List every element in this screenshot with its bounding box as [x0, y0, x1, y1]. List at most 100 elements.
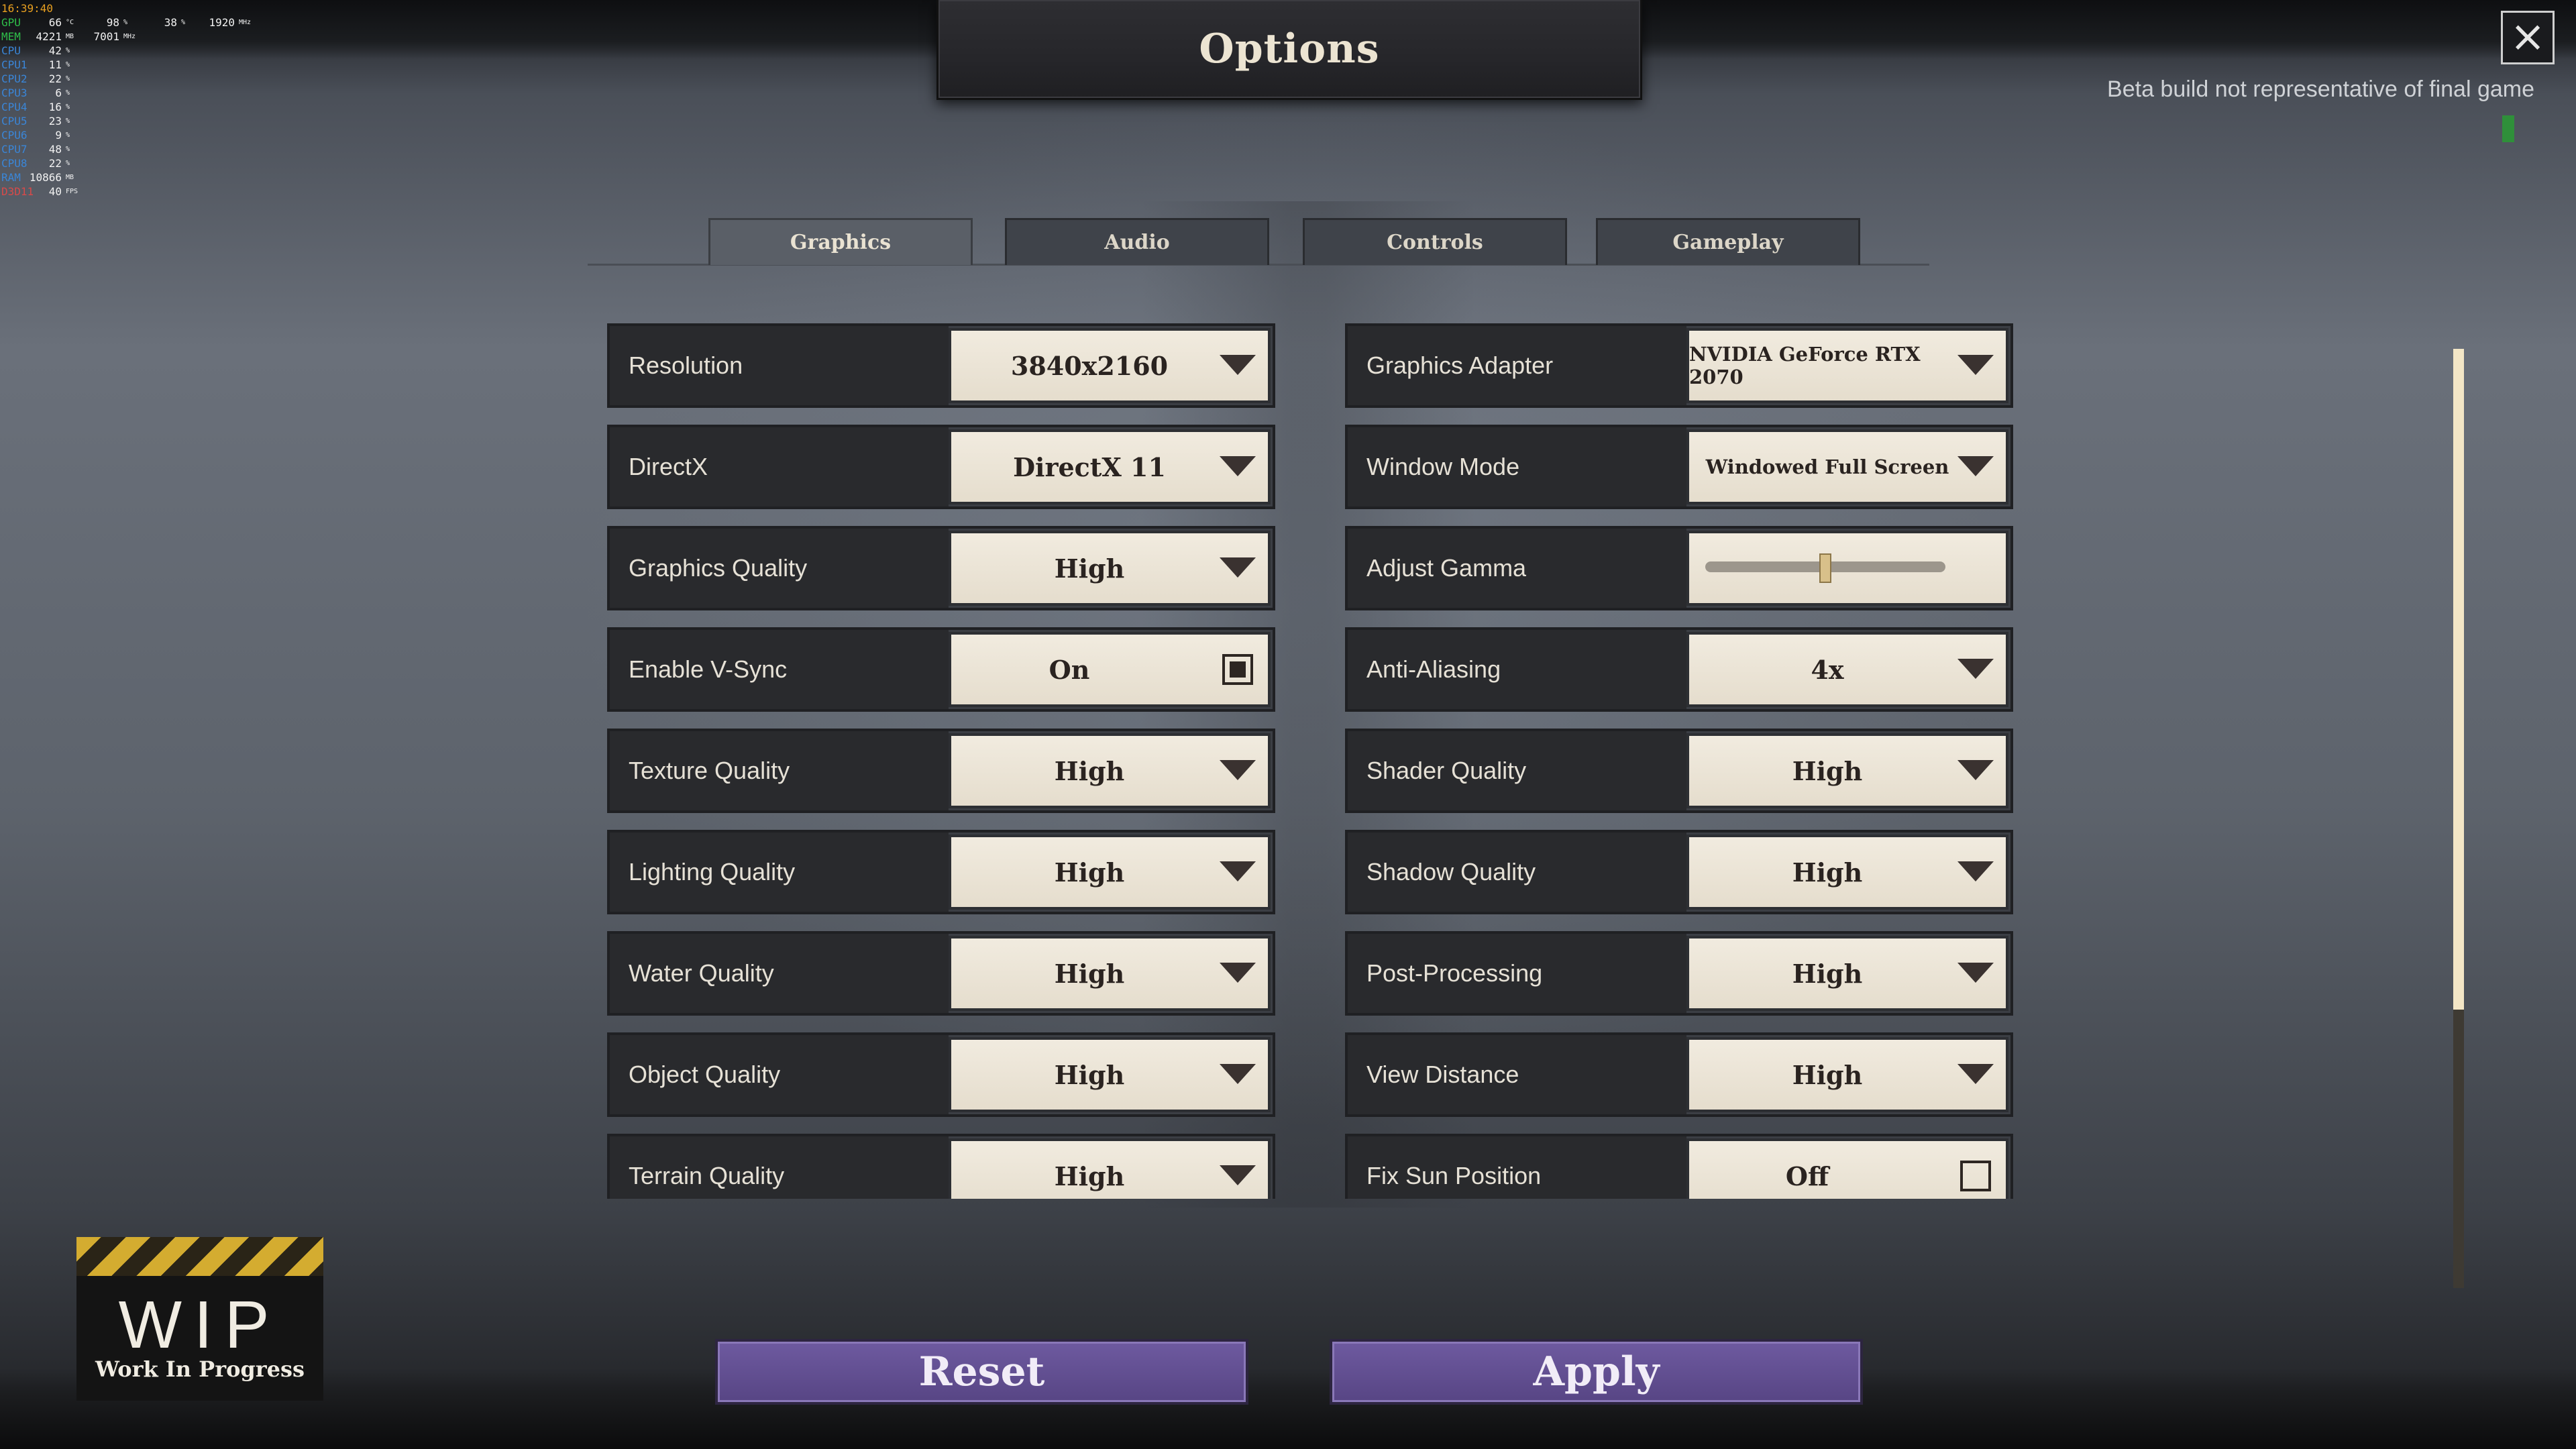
graphics-adapter-dropdown[interactable]: NVIDIA GeForce RTX 2070: [1689, 331, 2006, 400]
chevron-down-icon: [1957, 760, 1994, 780]
setting-label: Anti-Aliasing: [1348, 630, 1686, 709]
setting-row-shadow-quality: Shadow Quality High: [1345, 830, 2013, 914]
wip-text: WIP: [118, 1287, 282, 1362]
dropdown-value: High: [1054, 857, 1125, 888]
hud-row-label: CPU4: [1, 101, 28, 113]
setting-row-anti-aliasing: Anti-Aliasing 4x: [1345, 627, 2013, 712]
hud-row-label: CPU8: [1, 157, 28, 170]
toggle-value: Off: [1785, 1161, 1829, 1191]
tab-audio[interactable]: Audio: [1005, 218, 1269, 265]
dropdown-value: NVIDIA GeForce RTX 2070: [1689, 343, 1921, 388]
hud-row-value: 38: [164, 16, 177, 29]
dropdown-value: Windowed Full Screen: [1705, 455, 1949, 478]
hud-row-value: 98: [106, 16, 119, 29]
terrain-quality-dropdown[interactable]: High: [951, 1141, 1268, 1199]
tab-label: Gameplay: [1672, 231, 1784, 254]
setting-row-enable-v-sync: Enable V-Sync On: [607, 627, 1275, 712]
graphics-quality-dropdown[interactable]: High: [951, 533, 1268, 603]
setting-label: Water Quality: [610, 934, 949, 1013]
setting-label: Graphics Adapter: [1348, 326, 1686, 405]
hud-row-label: D3D11: [1, 185, 34, 198]
setting-label: Shadow Quality: [1348, 833, 1686, 912]
hud-row-value: 22: [48, 72, 62, 85]
hud-row-unit: MB: [66, 174, 74, 181]
lighting-quality-dropdown[interactable]: High: [951, 837, 1268, 907]
adjust-gamma-slider[interactable]: [1689, 533, 2006, 603]
texture-quality-dropdown[interactable]: High: [951, 736, 1268, 806]
hud-row-value: 6: [55, 87, 62, 99]
scrollbar-thumb[interactable]: [2453, 349, 2464, 1010]
wip-subtext: Work In Progress: [95, 1356, 305, 1382]
setting-row-directx: DirectX DirectX 11: [607, 425, 1275, 509]
hud-row-value: 22: [48, 157, 62, 170]
window-mode-dropdown[interactable]: Windowed Full Screen: [1689, 432, 2006, 502]
water-quality-dropdown[interactable]: High: [951, 938, 1268, 1008]
tab-gameplay[interactable]: Gameplay: [1596, 218, 1860, 265]
hud-row-value: 4221: [36, 30, 62, 43]
resolution-dropdown[interactable]: 3840x2160: [951, 331, 1268, 400]
setting-row-adjust-gamma: Adjust Gamma: [1345, 526, 2013, 610]
checkbox-empty-icon[interactable]: [1960, 1161, 1991, 1191]
toggle-value: On: [1049, 654, 1090, 685]
setting-row-shader-quality: Shader Quality High: [1345, 729, 2013, 813]
setting-label: Shader Quality: [1348, 731, 1686, 810]
hud-row: CPU6 9%: [1, 128, 283, 142]
apply-button[interactable]: Apply: [1330, 1339, 1863, 1405]
hud-row-unit: %: [66, 131, 70, 139]
hud-row-value: 42: [48, 44, 62, 57]
setting-label: Fix Sun Position: [1348, 1136, 1686, 1199]
slider-handle[interactable]: [1819, 553, 1831, 583]
reset-button[interactable]: Reset: [715, 1339, 1248, 1405]
hud-row: D3D11 40 FPS: [1, 184, 283, 199]
object-quality-dropdown[interactable]: High: [951, 1040, 1268, 1110]
close-button[interactable]: ×: [2501, 11, 2555, 64]
setting-row-water-quality: Water Quality High: [607, 931, 1275, 1016]
hud-row-unit: %: [66, 75, 70, 83]
hud-row: CPU3 6%: [1, 86, 283, 100]
shadow-quality-dropdown[interactable]: High: [1689, 837, 2006, 907]
hud-row-value: 66: [48, 16, 62, 29]
dropdown-value: High: [1054, 1161, 1125, 1191]
anti-aliasing-dropdown[interactable]: 4x: [1689, 635, 2006, 704]
hud-row: CPU 42%: [1, 44, 283, 58]
hud-row-unit: %: [181, 19, 186, 26]
checkbox-checked-icon[interactable]: [1222, 654, 1253, 685]
hud-row-unit: %: [66, 103, 70, 111]
dropdown-value: 4x: [1811, 654, 1844, 685]
hud-row-label: CPU2: [1, 72, 28, 85]
shader-quality-dropdown[interactable]: High: [1689, 736, 2006, 806]
hud-row: CPU4 16%: [1, 100, 283, 114]
hud-row: CPU2 22%: [1, 72, 283, 86]
performance-hud: 16:39:40 GPU 66 °C 98% 38% 1920 MHz MEM 4221 MB 70…: [1, 1, 283, 199]
hud-row-label: CPU6: [1, 129, 28, 142]
post-processing-dropdown[interactable]: High: [1689, 938, 2006, 1008]
setting-label: Adjust Gamma: [1348, 529, 1686, 608]
enable-v-sync-toggle[interactable]: On: [951, 635, 1268, 704]
hud-row-unit: %: [66, 117, 70, 125]
tab-label: Controls: [1387, 231, 1483, 254]
hud-row-label: CPU7: [1, 143, 28, 156]
chevron-down-icon: [1957, 355, 1994, 375]
hud-row: CPU8 22%: [1, 156, 283, 170]
hud-row-unit: MB: [66, 33, 74, 40]
dropdown-value: High: [1792, 857, 1863, 888]
dropdown-value: High: [1792, 755, 1863, 786]
reset-button-label: Reset: [918, 1348, 1045, 1395]
apply-button-label: Apply: [1533, 1348, 1660, 1395]
setting-label: Resolution: [610, 326, 949, 405]
hud-row-value: 1920: [209, 16, 235, 29]
hud-row-value: 23: [48, 115, 62, 127]
hud-row-unit: FPS: [66, 188, 78, 195]
tab-controls[interactable]: Controls: [1303, 218, 1567, 265]
directx-dropdown[interactable]: DirectX 11: [951, 432, 1268, 502]
hud-row-unit: MHz: [123, 33, 136, 40]
tab-graphics[interactable]: Graphics: [708, 218, 973, 265]
view-distance-dropdown[interactable]: High: [1689, 1040, 2006, 1110]
setting-label: View Distance: [1348, 1035, 1686, 1114]
hud-row-value: 9: [55, 129, 62, 142]
dropdown-value: High: [1054, 553, 1125, 584]
fix-sun-position-toggle[interactable]: Off: [1689, 1141, 2006, 1199]
hud-row-label: RAM: [1, 171, 21, 184]
setting-row-post-processing: Post-Processing High: [1345, 931, 2013, 1016]
setting-row-graphics-adapter: Graphics Adapter NVIDIA GeForce RTX 2070: [1345, 323, 2013, 408]
